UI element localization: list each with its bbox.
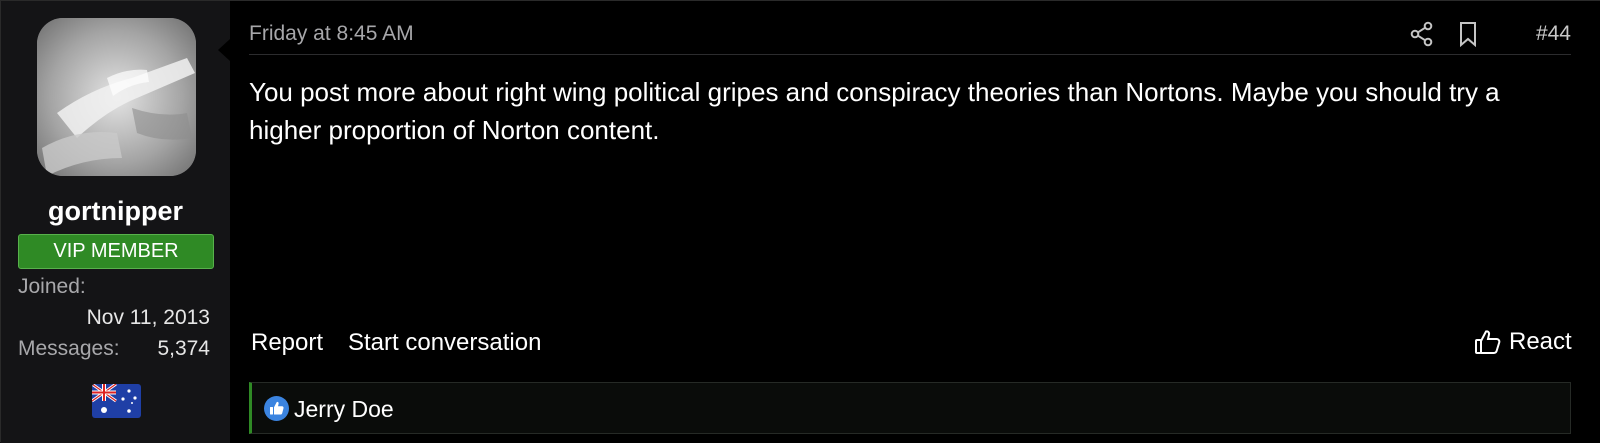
user-panel: gortnipper VIP MEMBER Joined: Nov 11, 20…: [1, 1, 230, 443]
post-message: You post more about right wing political…: [249, 77, 1500, 145]
forum-post: gortnipper VIP MEMBER Joined: Nov 11, 20…: [0, 0, 1600, 443]
reaction-users[interactable]: Jerry Doe: [294, 394, 394, 424]
username[interactable]: gortnipper: [1, 193, 230, 229]
header-divider: [249, 54, 1571, 55]
bookmark-icon[interactable]: [1457, 21, 1479, 52]
joined-value: Nov 11, 2013: [86, 306, 210, 329]
thumbs-up-outline-icon: [1475, 330, 1501, 354]
post-main: Friday at 8:45 AM #44 You post more abou…: [230, 1, 1600, 443]
user-avatar[interactable]: [37, 18, 196, 176]
australia-flag-icon: [92, 384, 141, 418]
react-label: React: [1509, 328, 1572, 355]
react-button[interactable]: React: [1474, 326, 1572, 358]
share-icon[interactable]: [1409, 21, 1435, 52]
reactions-bar[interactable]: Jerry Doe: [249, 382, 1571, 434]
messages-label: Messages:: [18, 337, 120, 360]
start-conversation-link[interactable]: Start conversation: [348, 328, 541, 358]
post-date[interactable]: Friday at 8:45 AM: [249, 21, 414, 47]
messages-value: 5,374: [157, 337, 210, 360]
avatar-pointer: [218, 39, 230, 61]
role-badge: VIP MEMBER: [18, 234, 214, 269]
report-link[interactable]: Report: [251, 328, 323, 358]
like-icon: [264, 396, 289, 421]
post-number[interactable]: #44: [1536, 21, 1571, 47]
joined-label: Joined:: [18, 275, 86, 298]
